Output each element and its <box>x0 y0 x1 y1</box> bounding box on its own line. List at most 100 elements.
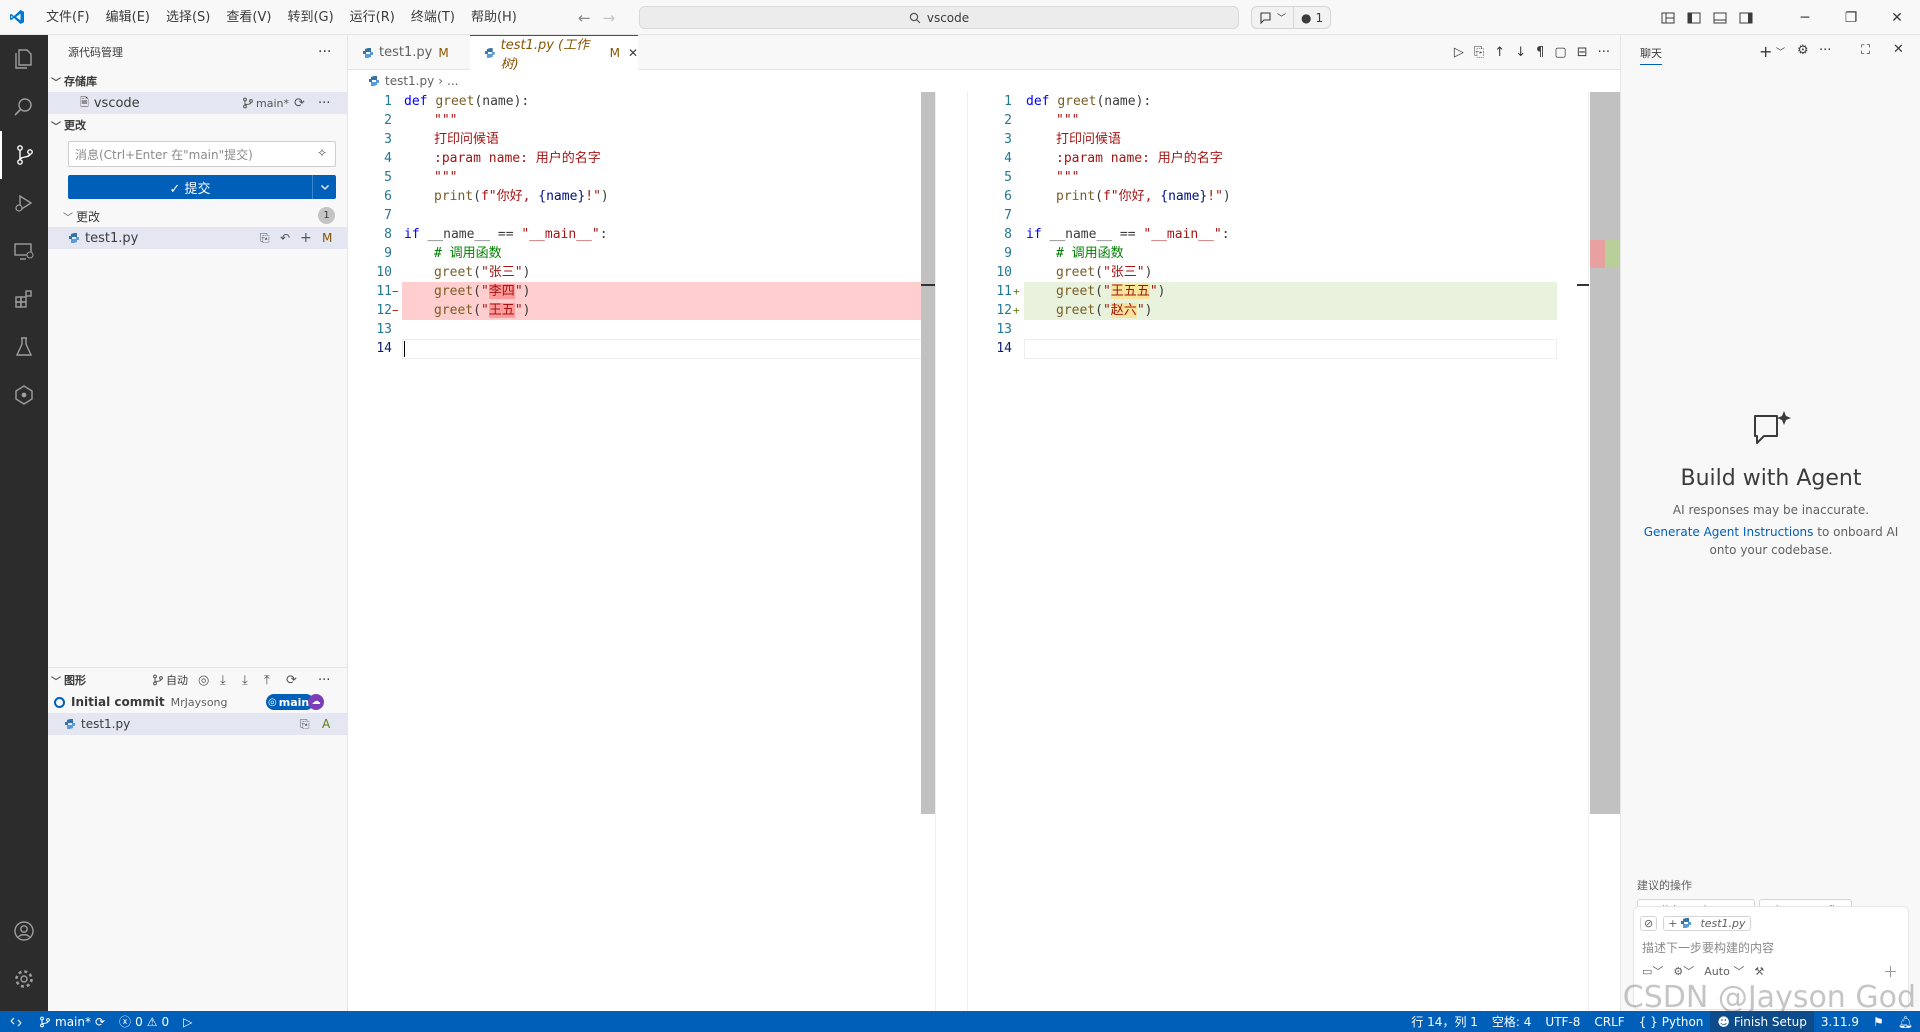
explorer-icon[interactable] <box>0 35 48 83</box>
attach-paperclip-icon[interactable]: ⊘ <box>1640 915 1658 931</box>
copilot-status-icon[interactable]: ⚑ <box>1866 1011 1891 1032</box>
changes-group-row[interactable]: ﹀ 更改 1 <box>48 205 348 227</box>
notifications-bell-icon[interactable]: 🔔︎ <box>1891 1011 1920 1032</box>
chat-more-icon[interactable]: ··· <box>1819 43 1831 58</box>
remote-indicator-icon[interactable] <box>0 1011 32 1032</box>
next-change-icon[interactable]: ↓ <box>1515 45 1526 60</box>
run-debug-icon[interactable] <box>0 179 48 227</box>
chat-status[interactable]: ● 1 <box>1293 7 1330 28</box>
new-chat-icon[interactable]: + <box>1759 42 1772 61</box>
forward-arrow-icon[interactable]: → <box>603 9 616 27</box>
command-center-search[interactable]: vscode <box>639 6 1239 29</box>
send-icon[interactable]: ＋ <box>1883 961 1898 982</box>
diff-modified-pane[interactable]: 1 2 3 4 5 6 7 8 9 10 11 12 13 14 + + def greet(name):… <box>968 92 1620 1011</box>
split-editor-icon[interactable]: ⊟ <box>1577 45 1588 60</box>
chevron-down-icon[interactable]: ﹀ <box>1776 45 1785 58</box>
menu-selection[interactable]: 选择(S) <box>158 0 218 35</box>
model-picker[interactable]: Auto ﹀ <box>1704 963 1744 979</box>
left-scrollbar[interactable] <box>921 92 935 814</box>
graph-file-row[interactable]: test1.py ⎘ A <box>48 713 348 735</box>
discard-changes-icon[interactable]: ↶ <box>280 231 290 245</box>
tools-icon[interactable]: ⚙﹀ <box>1673 963 1694 979</box>
repo-more-icon[interactable]: ··· <box>318 96 330 111</box>
commit-graph-row[interactable]: Initial commit MrJaysong ◎ main ☁ <box>48 691 348 713</box>
open-file-icon[interactable]: ⎘ <box>260 231 270 246</box>
search-activity-icon[interactable] <box>0 83 48 131</box>
pull-icon[interactable]: ⤓ <box>242 673 248 688</box>
cursor-position[interactable]: 行 14，列 1 <box>1404 1011 1485 1032</box>
back-arrow-icon[interactable]: ← <box>578 9 591 27</box>
sparkle-generate-icon[interactable]: ✧ <box>317 146 327 160</box>
branch-status[interactable]: main* ⟳ <box>32 1011 112 1032</box>
restore-icon[interactable]: ❐ <box>1828 10 1874 26</box>
book-icon[interactable]: ▢ <box>1554 45 1566 60</box>
menu-view[interactable]: 查看(V) <box>218 0 279 35</box>
tab-test1[interactable]: test1.py M <box>348 35 470 70</box>
remote-explorer-icon[interactable] <box>0 227 48 275</box>
accounts-icon[interactable] <box>0 907 48 955</box>
problems-status[interactable]: ⓧ 0 ⚠ 0 <box>112 1011 176 1032</box>
chat-tab-label[interactable]: 聊天 <box>1640 45 1662 65</box>
diff-original-pane[interactable]: 1 2 3 4 5 6 7 8 9 10 11 12 13 14 − − def greet(name):… <box>348 92 935 1011</box>
extensions-icon[interactable] <box>0 275 48 323</box>
toggle-primary-sidebar-icon[interactable] <box>1686 10 1702 26</box>
repositories-section-header[interactable]: ﹀ 存储库 <box>48 70 348 92</box>
gitlens-icon[interactable] <box>0 371 48 419</box>
close-panel-icon[interactable]: ✕ <box>1893 42 1904 57</box>
graph-auto-toggle[interactable]: 自动 <box>152 672 188 688</box>
target-icon[interactable]: ◎ <box>198 673 209 688</box>
repo-branch[interactable]: main* <box>242 97 289 110</box>
close-window-icon[interactable]: ✕ <box>1874 10 1920 26</box>
push-icon[interactable]: ⤒ <box>264 673 270 688</box>
python-version[interactable]: 3.11.9 <box>1814 1011 1866 1032</box>
tab-test1-worktree[interactable]: test1.py (工作树) M ✕ <box>470 35 638 72</box>
commit-button[interactable]: ✓ 提交 <box>68 175 336 199</box>
open-file-icon[interactable]: ⎘ <box>300 717 310 732</box>
line-ending[interactable]: CRLF <box>1587 1011 1631 1032</box>
chat-settings-gear-icon[interactable]: ⚙ <box>1797 43 1809 58</box>
customize-layout-icon[interactable] <box>1660 10 1676 26</box>
breadcrumb-symbol[interactable]: ... <box>447 74 458 88</box>
agent-instructions-link[interactable]: Generate Agent Instructions <box>1644 525 1814 539</box>
previous-change-icon[interactable]: ↑ <box>1494 45 1505 60</box>
menu-go[interactable]: 转到(G) <box>279 0 341 35</box>
source-control-icon[interactable] <box>0 131 48 179</box>
breadcrumb-file[interactable]: test1.py <box>385 74 434 88</box>
refresh-icon[interactable]: ⟳ <box>286 673 297 688</box>
chat-button[interactable]: ﹀ <box>1252 7 1293 28</box>
stage-changes-icon[interactable]: + <box>300 230 312 246</box>
open-file-icon[interactable]: ⎘ <box>1474 45 1484 60</box>
tools-config-icon[interactable]: ⚒ <box>1754 965 1764 978</box>
changes-section-header[interactable]: ﹀ 更改 <box>48 114 348 136</box>
changed-file-row[interactable]: test1.py ⎘ ↶ + M <box>48 227 348 249</box>
toggle-panel-icon[interactable] <box>1712 10 1728 26</box>
commit-dropdown-icon[interactable] <box>312 175 336 199</box>
graph-section-header[interactable]: ﹀ 图形 自动 ◎ ⤓ ⤓ ⤒ ⟳ ··· <box>48 669 348 691</box>
encoding[interactable]: UTF-8 <box>1538 1011 1587 1032</box>
repository-row[interactable]: 🗎 vscode main* ⟳ ··· <box>48 92 348 114</box>
maximize-icon[interactable]: ⛶ <box>1861 43 1870 58</box>
more-actions-icon[interactable]: ··· <box>318 44 331 60</box>
indentation[interactable]: 空格: 4 <box>1485 1011 1539 1032</box>
minimize-icon[interactable]: ─ <box>1782 10 1828 26</box>
run-debug-status-icon[interactable]: ▷ <box>176 1011 199 1032</box>
finish-setup-button[interactable]: ☻ Finish Setup <box>1710 1011 1814 1032</box>
menu-edit[interactable]: 编辑(E) <box>98 0 158 35</box>
toggle-secondary-sidebar-icon[interactable] <box>1738 10 1754 26</box>
graph-more-icon[interactable]: ··· <box>318 673 330 688</box>
menu-run[interactable]: 运行(R) <box>342 0 403 35</box>
chat-toggle-group[interactable]: ﹀ ● 1 <box>1251 6 1332 29</box>
language-mode[interactable]: { } Python <box>1632 1011 1711 1032</box>
commit-message-input[interactable]: 消息(Ctrl+Enter 在"main"提交) ✧ <box>68 141 336 167</box>
menu-help[interactable]: 帮助(H) <box>463 0 525 35</box>
settings-gear-icon[interactable] <box>0 955 48 1003</box>
menu-terminal[interactable]: 终端(T) <box>403 0 463 35</box>
testing-flask-icon[interactable] <box>0 323 48 371</box>
overview-ruler[interactable] <box>1590 92 1620 814</box>
menu-file[interactable]: 文件(F) <box>38 0 98 35</box>
show-whitespace-icon[interactable]: ¶ <box>1536 45 1544 60</box>
close-tab-icon[interactable]: ✕ <box>628 46 638 60</box>
editor-more-icon[interactable]: ··· <box>1598 45 1610 60</box>
context-file-chip[interactable]: + test1.py <box>1663 915 1751 931</box>
agent-mode-icon[interactable]: ▭﹀ <box>1642 963 1663 979</box>
